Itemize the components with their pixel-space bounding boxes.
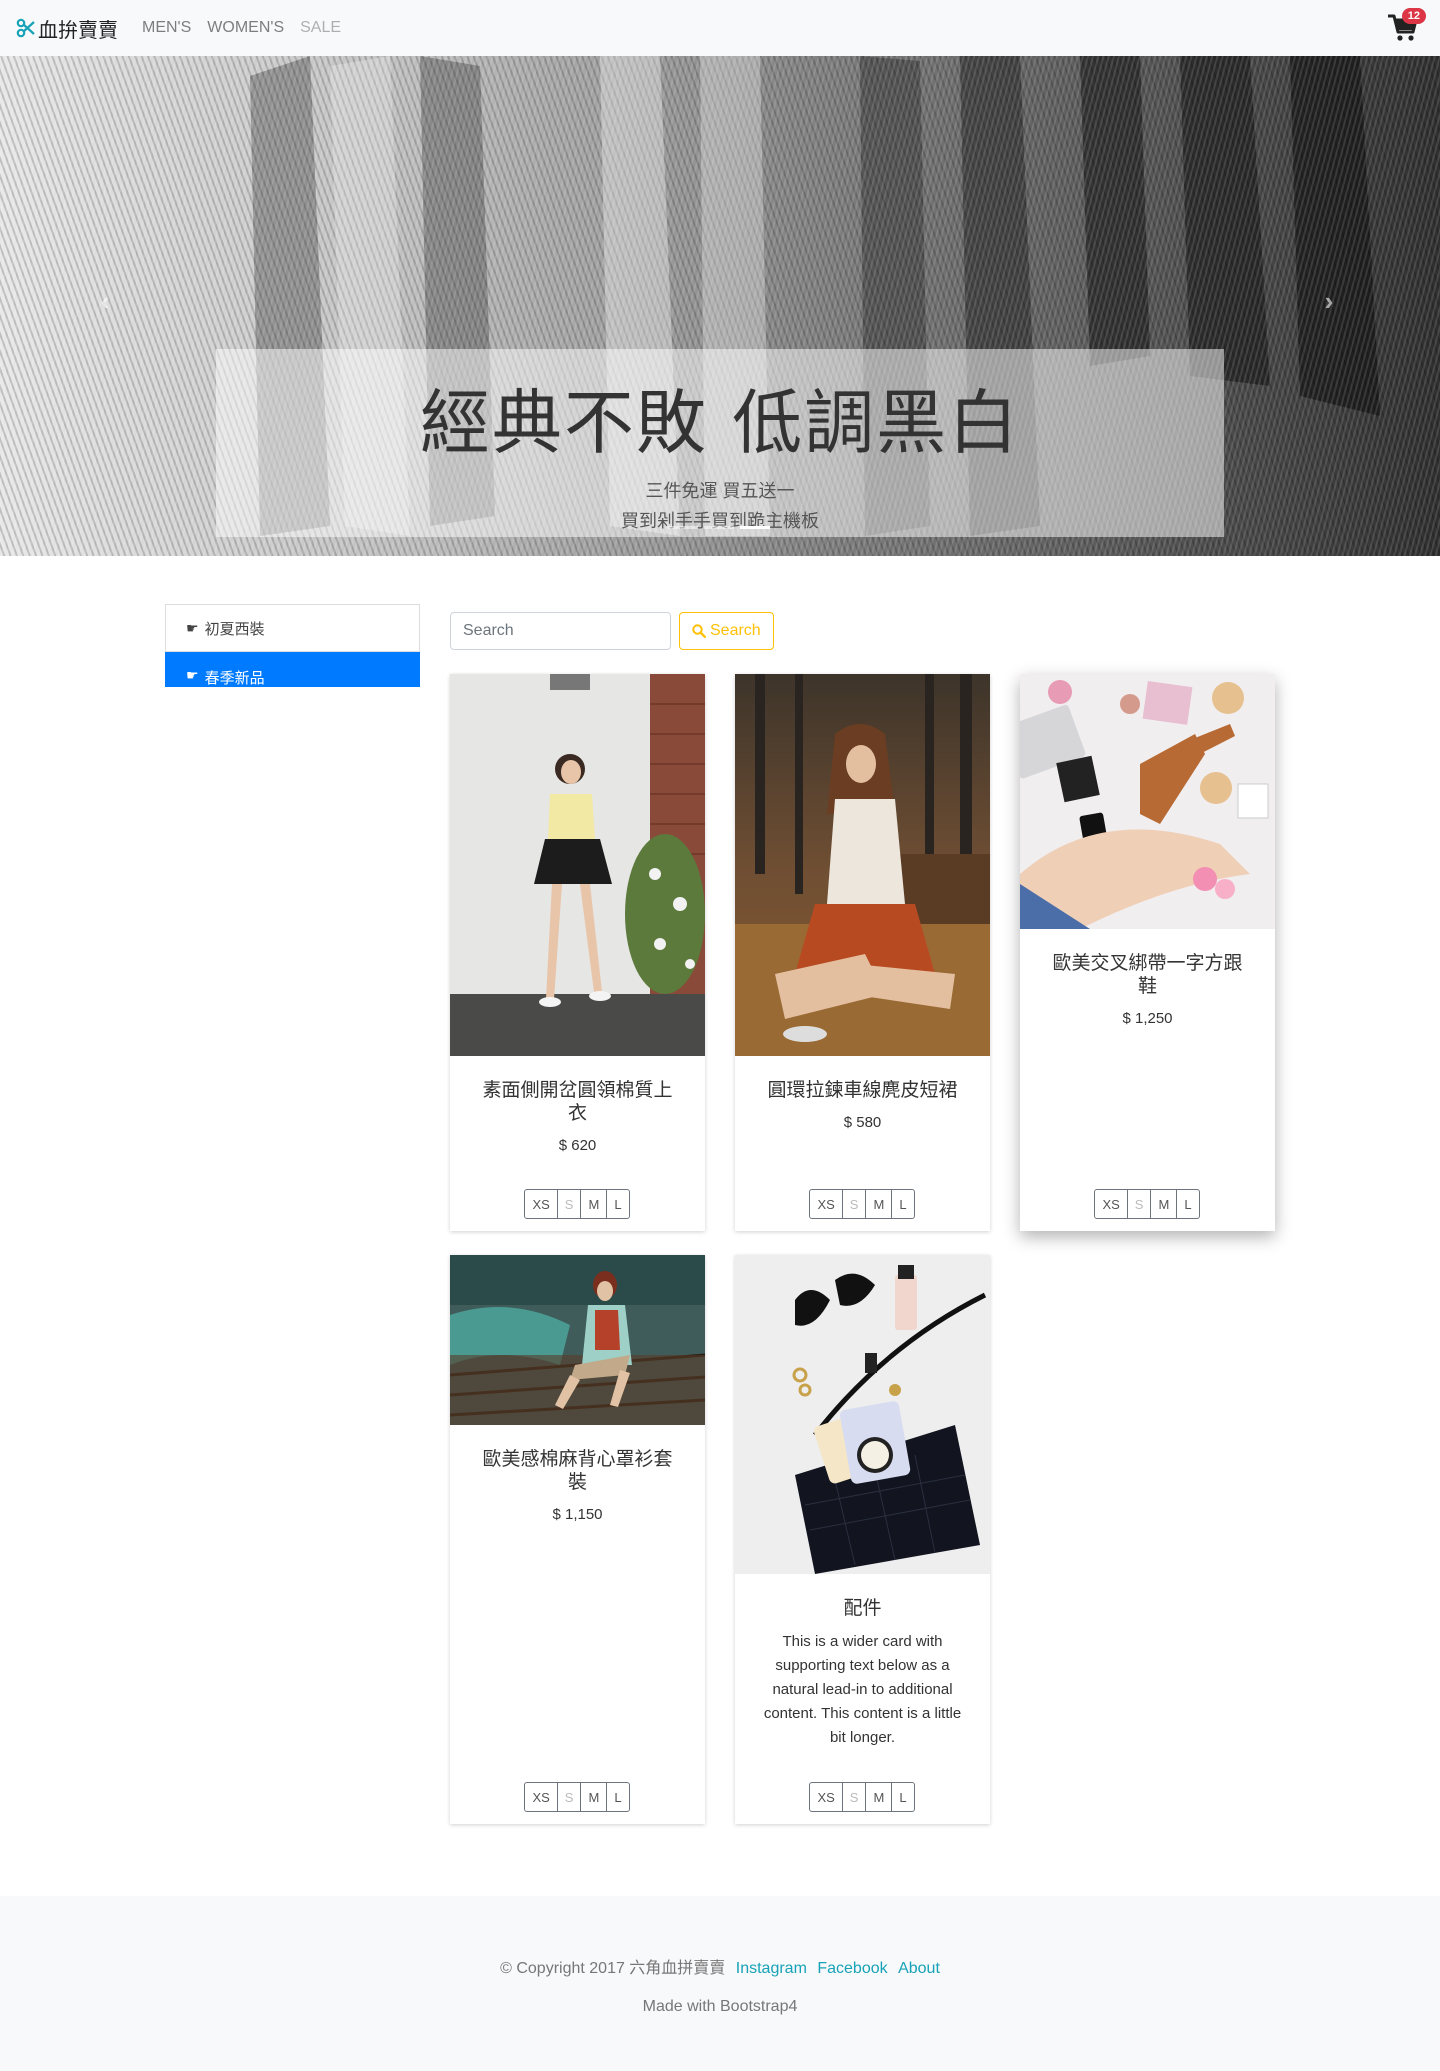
carousel-prev-button[interactable]: ‹ — [90, 286, 120, 316]
navbar: 血拚賣賣 MEN'S WOMEN'S SALE 12 — [0, 0, 1440, 56]
sidebar-item-label: 初夏西裝 — [204, 620, 265, 638]
search-input[interactable]: Search — [450, 612, 671, 650]
carousel-subtitle-2: 買到剁手手買到跪主機板 — [621, 511, 819, 531]
size-button-l[interactable]: L — [1176, 1189, 1200, 1219]
carousel-next-button[interactable]: › — [1314, 286, 1344, 316]
size-button-s[interactable]: S — [1126, 1189, 1152, 1219]
nav-sale[interactable]: SALE — [300, 19, 341, 37]
product-card[interactable]: 歐美交叉綁帶一字方跟鞋 $ 1,250 XS S M L — [1002, 674, 1275, 1231]
size-selector: XS S M L — [1020, 1189, 1275, 1219]
product-price: $ 1,250 — [1122, 1010, 1173, 1027]
carousel-indicators — [668, 526, 770, 529]
size-button-s[interactable]: S — [556, 1189, 582, 1219]
carousel-indicator[interactable] — [668, 526, 698, 529]
size-button-m[interactable]: M — [865, 1782, 893, 1812]
size-button-m[interactable]: M — [1150, 1189, 1178, 1219]
cart-button[interactable]: 12 — [1386, 8, 1426, 46]
size-selector: XS S M L — [450, 1189, 705, 1219]
size-selector: XS S M L — [735, 1782, 990, 1812]
product-card[interactable]: 配件 This is a wider card with supporting … — [735, 1255, 990, 1824]
size-button-xs[interactable]: XS — [1094, 1189, 1128, 1219]
category-sidebar: ☛ 初夏西裝 ☛ 春季新品 — [165, 604, 420, 687]
size-button-xs[interactable]: XS — [524, 1189, 558, 1219]
search-icon — [692, 624, 706, 638]
product-title: 歐美感棉麻背心罩衫套裝 — [482, 1449, 673, 1493]
product-image — [735, 674, 990, 1056]
cart-count-badge: 12 — [1401, 8, 1426, 24]
made-with-text: Made with Bootstrap4 — [642, 1998, 798, 2015]
size-button-xs[interactable]: XS — [809, 1189, 843, 1219]
size-button-l[interactable]: L — [891, 1782, 915, 1812]
carousel-title: 經典不敗 低調黑白 — [419, 382, 1021, 464]
product-price: $ 580 — [843, 1114, 882, 1131]
nav-womens[interactable]: WOMEN'S — [207, 19, 284, 37]
size-selector: XS S M L — [735, 1189, 990, 1219]
footer-link-about[interactable]: About — [898, 1960, 940, 1977]
carousel-indicator-active[interactable] — [740, 526, 770, 529]
size-button-xs[interactable]: XS — [524, 1782, 558, 1812]
size-selector: XS S M L — [450, 1782, 705, 1812]
product-title: 圓環拉鍊車線麂皮短裙 — [767, 1080, 958, 1101]
sidebar-item-spring-new[interactable]: ☛ 春季新品 — [165, 652, 420, 687]
search-bar: Search Search — [450, 612, 774, 650]
carousel-indicator[interactable] — [704, 526, 734, 529]
nav-mens[interactable]: MEN'S — [142, 19, 191, 37]
product-card[interactable]: 圓環拉鍊車線麂皮短裙 $ 580 XS S M L — [735, 674, 990, 1231]
product-card[interactable]: 歐美感棉麻背心罩衫套裝 $ 1,150 XS S M L — [449, 1255, 706, 1824]
search-button[interactable]: Search — [679, 612, 774, 650]
brand[interactable]: 血拚賣賣 — [16, 14, 118, 43]
product-title: 配件 — [843, 1598, 882, 1619]
size-button-l[interactable]: L — [606, 1189, 630, 1219]
carousel-subtitle-1: 三件免運 買五送一 — [645, 481, 795, 501]
product-title: 素面側開岔圓領棉質上衣 — [482, 1080, 673, 1124]
search-button-label: Search — [710, 622, 761, 639]
size-button-m[interactable]: M — [865, 1189, 893, 1219]
chevron-left-icon: ‹ — [100, 286, 110, 316]
sidebar-item-label: 春季新品 — [204, 670, 265, 687]
product-card[interactable]: 素面側開岔圓領棉質上衣 $ 620 XS S M L — [450, 674, 705, 1231]
size-button-l[interactable]: L — [891, 1189, 915, 1219]
size-button-m[interactable]: M — [580, 1782, 608, 1812]
pointing-hand-icon: ☛ — [186, 619, 199, 636]
product-image — [1002, 674, 1275, 929]
product-description: This is a wider card with supporting tex… — [763, 1633, 962, 1746]
hero-carousel: ‹ › 經典不敗 低調黑白 三件免運 買五送一 買到剁手手買到跪主機板 — [0, 56, 1440, 556]
pointing-hand-icon: ☛ — [186, 667, 199, 683]
product-price: $ 1,150 — [552, 1506, 603, 1523]
size-button-s[interactable]: S — [841, 1189, 867, 1219]
footer: © Copyright 2017 六角血拼賣賣 Instagram Facebo… — [0, 1896, 1440, 2071]
footer-link-instagram[interactable]: Instagram — [736, 1960, 807, 1977]
product-title: 歐美交叉綁帶一字方跟鞋 — [1052, 953, 1243, 997]
size-button-xs[interactable]: XS — [809, 1782, 843, 1812]
product-price: $ 620 — [558, 1137, 597, 1154]
product-image — [735, 1255, 990, 1574]
product-image — [450, 674, 705, 1056]
scissors-icon — [16, 18, 35, 38]
size-button-m[interactable]: M — [580, 1189, 608, 1219]
size-button-s[interactable]: S — [841, 1782, 867, 1812]
footer-links-row: © Copyright 2017 六角血拼賣賣 Instagram Facebo… — [0, 1954, 1440, 1978]
sidebar-item-summer-suits[interactable]: ☛ 初夏西裝 — [165, 604, 420, 652]
copyright-text: © Copyright 2017 六角血拼賣賣 — [500, 1960, 726, 1977]
brand-name: 血拚賣賣 — [38, 19, 118, 42]
product-image — [449, 1255, 706, 1425]
size-button-l[interactable]: L — [606, 1782, 630, 1812]
carousel-caption: 經典不敗 低調黑白 三件免運 買五送一 買到剁手手買到跪主機板 — [216, 349, 1224, 537]
footer-link-facebook[interactable]: Facebook — [817, 1960, 887, 1977]
chevron-right-icon: › — [1324, 286, 1334, 316]
size-button-s[interactable]: S — [556, 1782, 582, 1812]
